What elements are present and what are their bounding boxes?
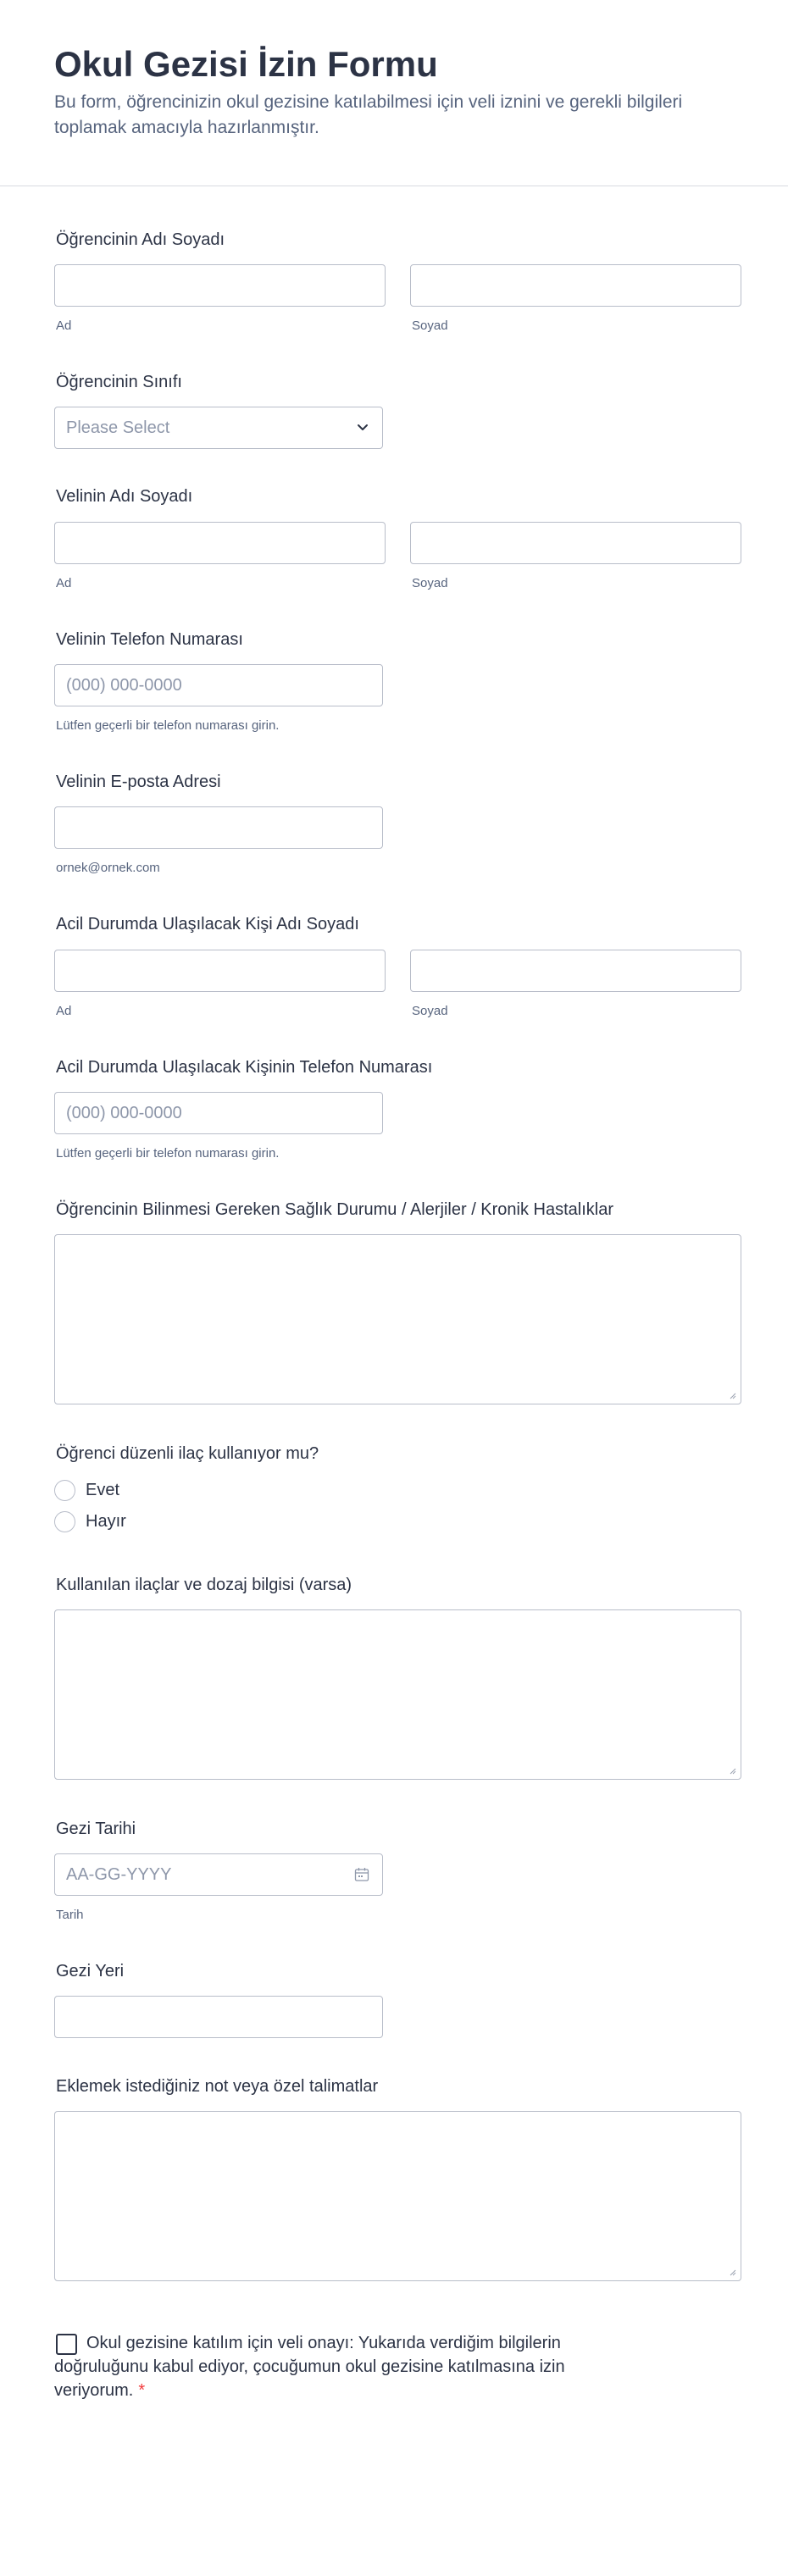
student-class-select[interactable]: Please Select (54, 407, 383, 449)
radio-button[interactable] (54, 1510, 75, 1532)
health-label: Öğrencinin Bilinmesi Gereken Sağlık Duru… (56, 1200, 614, 1219)
health-textarea[interactable] (54, 1234, 741, 1404)
form-title: Okul Gezisi İzin Formu (54, 44, 438, 84)
parent-email-label: Velinin E-posta Adresi (56, 773, 221, 791)
parent-email-input[interactable] (54, 806, 383, 849)
resize-handle-icon[interactable] (728, 1766, 736, 1775)
form-description: Bu form, öğrencinizin okul gezisine katı… (54, 92, 683, 137)
medication-option-label: Hayır (86, 1511, 126, 1531)
emergency-first-name-input[interactable] (54, 950, 386, 992)
trip-place-input[interactable] (54, 1996, 383, 2038)
form-header: Okul Gezisi İzin Formu Bu form, öğrencin… (0, 0, 788, 186)
student-name-label: Öğrencinin Adı Soyadı (56, 230, 225, 249)
parent-phone-placeholder: (000) 000-0000 (66, 676, 182, 695)
trip-date-placeholder: AA-GG-YYYY (66, 1865, 172, 1884)
medication-option-evet[interactable]: Evet (54, 1478, 119, 1502)
medication-option-hayir[interactable]: Hayır (54, 1510, 126, 1533)
student-last-name-input[interactable] (410, 264, 741, 307)
parent-email-sublabel: ornek@ornek.com (56, 861, 160, 875)
notes-label: Eklemek istediğiniz not veya özel talima… (56, 2077, 379, 2096)
student-first-name-sublabel: Ad (56, 319, 72, 333)
radio-button[interactable] (54, 1479, 75, 1501)
medication-details-textarea[interactable] (54, 1609, 741, 1780)
required-asterisk: * (138, 2381, 146, 2400)
parent-phone-sublabel: Lütfen geçerli bir telefon numarası giri… (56, 718, 280, 733)
emergency-last-name-sublabel: Soyad (412, 1004, 448, 1018)
parent-name-label: Velinin Adı Soyadı (56, 487, 193, 506)
chevron-down-icon (358, 424, 368, 430)
parent-first-name-input[interactable] (54, 522, 386, 564)
consent-text-block: Okul gezisine katılım için veli onayı: Y… (54, 2331, 613, 2402)
emergency-first-name-sublabel: Ad (56, 1004, 72, 1018)
trip-date-input[interactable]: AA-GG-YYYY (54, 1853, 383, 1896)
emergency-last-name-input[interactable] (410, 950, 741, 992)
student-class-label: Öğrencinin Sınıfı (56, 373, 182, 391)
parent-first-name-sublabel: Ad (56, 576, 72, 590)
student-first-name-input[interactable] (54, 264, 386, 307)
emergency-phone-placeholder: (000) 000-0000 (66, 1104, 182, 1122)
student-last-name-sublabel: Soyad (412, 319, 448, 333)
parent-phone-label: Velinin Telefon Numarası (56, 630, 243, 649)
emergency-phone-sublabel: Lütfen geçerli bir telefon numarası giri… (56, 1146, 280, 1161)
parent-last-name-sublabel: Soyad (412, 576, 448, 590)
emergency-phone-label: Acil Durumda Ulaşılacak Kişinin Telefon … (56, 1058, 433, 1077)
medication-option-label: Evet (86, 1480, 120, 1499)
calendar-icon[interactable] (353, 1866, 370, 1883)
trip-place-label: Gezi Yeri (56, 1962, 125, 1980)
parent-last-name-input[interactable] (410, 522, 741, 564)
medication-details-label: Kullanılan ilaçlar ve dozaj bilgisi (var… (56, 1576, 352, 1594)
trip-date-sublabel: Tarih (56, 1908, 84, 1922)
emergency-name-label: Acil Durumda Ulaşılacak Kişi Adı Soyadı (56, 915, 359, 933)
parent-phone-input[interactable]: (000) 000-0000 (54, 664, 383, 706)
consent-label: Okul gezisine katılım için veli onayı: Y… (54, 2334, 565, 2400)
student-class-placeholder: Please Select (66, 418, 170, 437)
medication-label: Öğrenci düzenli ilaç kullanıyor mu? (56, 1444, 319, 1463)
trip-date-label: Gezi Tarihi (56, 1820, 136, 1838)
notes-textarea[interactable] (54, 2111, 741, 2281)
resize-handle-icon[interactable] (728, 2268, 736, 2276)
resize-handle-icon[interactable] (728, 1391, 736, 1399)
emergency-phone-input[interactable]: (000) 000-0000 (54, 1092, 383, 1134)
